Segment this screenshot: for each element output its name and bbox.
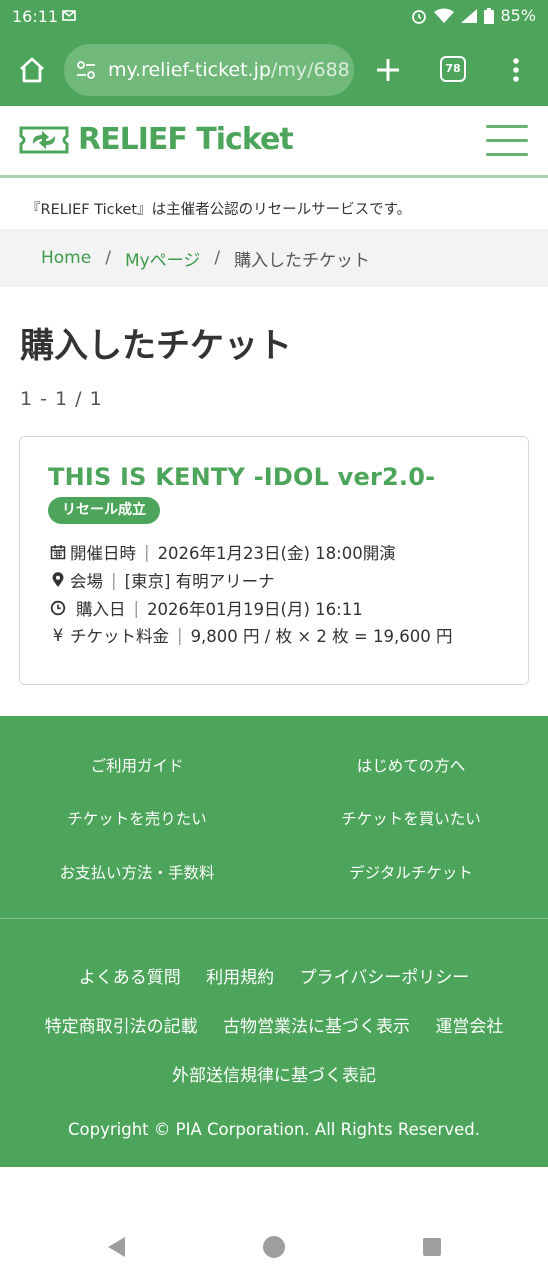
footer-divider (0, 918, 548, 919)
yen-icon: ¥ (52, 625, 64, 645)
map-marker-icon (52, 572, 64, 587)
status-icons: 85% (410, 6, 536, 25)
event-date-row: 開催日時 | 2026年1月23日(金) 18:00開演 (50, 540, 396, 564)
venue-label: 会場 (70, 572, 103, 591)
site-header: RELIEF Ticket (0, 106, 548, 178)
signal-icon (461, 8, 478, 23)
battery-level: 85% (500, 6, 536, 25)
footer-link-sell[interactable]: チケットを売りたい (67, 807, 207, 829)
url-host: my.relief-ticket.jp (108, 59, 271, 81)
result-count: 1 - 1 / 1 (20, 388, 103, 410)
tab-switcher-button[interactable]: 78 (440, 56, 466, 82)
ticket-card[interactable]: THIS IS KENTY -IDOL ver2.0- リセール成立 開催日時 … (19, 436, 529, 685)
service-notice: 『RELIEF Ticket』は主催者公認のリセールサービスです。 (26, 202, 412, 218)
footer-link-kobutsu[interactable]: 古物営業法に基づく表示 (223, 1017, 410, 1037)
calendar-icon (50, 545, 66, 560)
footer-links-row: よくある質問 利用規約 プライバシーポリシー (0, 963, 548, 988)
footer-link-company[interactable]: 運営会社 (435, 1017, 503, 1037)
purchase-date-value: 2026年01月19日(月) 16:11 (147, 600, 363, 619)
footer-link-payment[interactable]: お支払い方法・手数料 (59, 861, 214, 883)
price-row: ¥ チケット料金 | 9,800 円 / 枚 × 2 枚 = 19,600 円 (50, 623, 453, 647)
status-time: 16:11 (12, 7, 59, 26)
status-bar: 16:11 85% (0, 0, 548, 34)
page-title: 購入したチケット (20, 326, 292, 366)
system-nav-bar (0, 1167, 548, 1280)
site-logo[interactable]: RELIEF Ticket (18, 122, 294, 157)
more-menu-icon[interactable] (506, 54, 526, 86)
status-badge: リセール成立 (48, 497, 160, 524)
event-title[interactable]: THIS IS KENTY -IDOL ver2.0- (48, 463, 435, 491)
copyright: Copyright © PIA Corporation. All Rights … (68, 1120, 480, 1139)
hamburger-menu-icon[interactable] (486, 125, 528, 157)
price-value: 9,800 円 / 枚 × 2 枚 = 19,600 円 (190, 627, 453, 646)
footer-link-digital-ticket[interactable]: デジタルチケット (349, 861, 473, 883)
breadcrumb-home[interactable]: Home (41, 248, 91, 268)
footer-link-beginners[interactable]: はじめての方へ (357, 754, 466, 776)
breadcrumb-current: 購入したチケット (234, 250, 371, 271)
footer-link-guide[interactable]: ご利用ガイド (90, 754, 183, 776)
footer-link-faq[interactable]: よくある質問 (79, 968, 181, 988)
footer-link-buy[interactable]: チケットを買いたい (341, 807, 481, 829)
address-bar[interactable]: my.relief-ticket.jp/my/688 (64, 44, 354, 96)
purchase-date-label: 購入日 (76, 600, 126, 619)
event-date-value: 2026年1月23日(金) 18:00開演 (157, 544, 396, 563)
footer-link-privacy[interactable]: プライバシーポリシー (300, 968, 470, 988)
venue-value: [東京] 有明アリーナ (124, 572, 275, 591)
home-icon[interactable] (16, 54, 48, 86)
site-footer: ご利用ガイド はじめての方へ チケットを売りたい チケットを買いたい お支払い方… (0, 716, 548, 1167)
event-date-label: 開催日時 (70, 544, 136, 563)
url-path: /my/688 (270, 59, 350, 81)
footer-links-row: 特定商取引法の記載 古物営業法に基づく表示 運営会社 (0, 1012, 548, 1037)
home-button-icon[interactable] (263, 1236, 285, 1258)
venue-row: 会場 | [東京] 有明アリーナ (50, 568, 275, 592)
footer-link-tokusho[interactable]: 特定商取引法の記載 (45, 1017, 198, 1037)
breadcrumb-separator: / (105, 248, 111, 268)
breadcrumb-mypage[interactable]: Myページ (125, 246, 200, 271)
purchase-date-row: 購入日 | 2026年01月19日(月) 16:11 (50, 596, 363, 620)
logo-text: RELIEF Ticket (78, 122, 294, 157)
breadcrumb: Home / Myページ / 購入したチケット (0, 229, 548, 287)
recents-icon[interactable] (423, 1238, 441, 1256)
alarm-icon (412, 9, 427, 24)
footer-link-terms[interactable]: 利用規約 (206, 968, 274, 988)
price-label: チケット料金 (70, 627, 169, 646)
wifi-icon (434, 8, 455, 23)
relief-logo-icon (19, 126, 69, 153)
clock-icon (50, 600, 66, 616)
footer-links-row: 外部送信規律に基づく表記 (0, 1061, 548, 1086)
browser-toolbar: my.relief-ticket.jp/my/688 78 (0, 34, 548, 106)
breadcrumb-separator: / (214, 248, 221, 268)
battery-icon (484, 7, 495, 24)
mail-notification-icon (62, 10, 76, 21)
new-tab-icon[interactable] (372, 54, 404, 86)
back-icon[interactable] (106, 1236, 126, 1258)
site-settings-icon[interactable] (76, 60, 96, 80)
footer-link-external-transmission[interactable]: 外部送信規律に基づく表記 (172, 1066, 376, 1086)
